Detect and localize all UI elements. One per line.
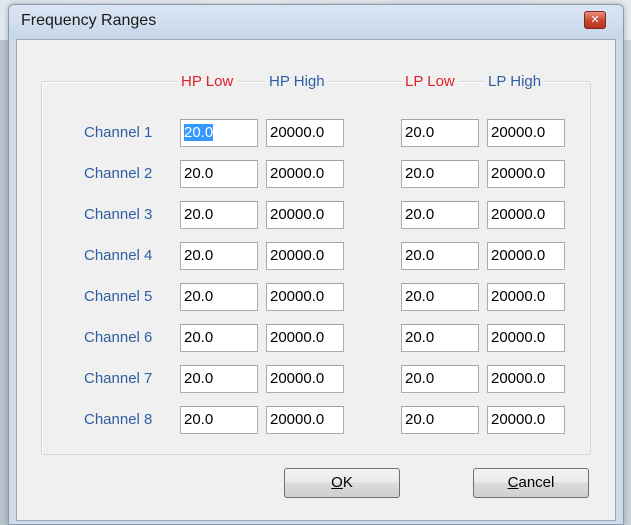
hp-low-field[interactable]: 20.0: [180, 406, 258, 434]
lp-high-field[interactable]: 20000.0: [487, 283, 565, 311]
dialog-client-area: HP Low HP High LP Low LP High Channel 1 …: [16, 39, 616, 521]
close-icon: ✕: [590, 13, 600, 26]
hp-high-field[interactable]: 20000.0: [266, 283, 344, 311]
hp-high-field[interactable]: 20000.0: [266, 201, 344, 229]
lp-low-field[interactable]: 20.0: [401, 119, 479, 147]
channel-label: Channel 8: [84, 411, 153, 428]
lp-high-field[interactable]: 20000.0: [487, 365, 565, 393]
lp-low-field[interactable]: 20.0: [401, 365, 479, 393]
lp-low-field[interactable]: 20.0: [401, 283, 479, 311]
lp-high-field[interactable]: 20000.0: [487, 201, 565, 229]
hp-low-field[interactable]: 20.0: [180, 365, 258, 393]
hp-low-field[interactable]: 20.0: [180, 119, 258, 147]
channel-label: Channel 7: [84, 370, 153, 387]
ok-label: K: [342, 474, 353, 491]
hp-high-field[interactable]: 20000.0: [266, 406, 344, 434]
col-header-lp-low: LP Low: [401, 72, 459, 92]
col-header-lp-high: LP High: [484, 72, 546, 92]
lp-low-field[interactable]: 20.0: [401, 242, 479, 270]
lp-low-field[interactable]: 20.0: [401, 324, 479, 352]
hp-low-field[interactable]: 20.0: [180, 201, 258, 229]
lp-low-field[interactable]: 20.0: [401, 406, 479, 434]
hp-low-field[interactable]: 20.0: [180, 160, 258, 188]
channel-label: Channel 6: [84, 329, 153, 346]
channel-label: Channel 5: [84, 288, 153, 305]
lp-high-field[interactable]: 20000.0: [487, 160, 565, 188]
col-header-hp-high: HP High: [265, 72, 329, 92]
hp-low-value: 20.0: [184, 124, 214, 141]
lp-high-field[interactable]: 20000.0: [487, 406, 565, 434]
lp-low-field[interactable]: 20.0: [401, 201, 479, 229]
cancel-mnemonic: C: [507, 474, 519, 491]
hp-high-field[interactable]: 20000.0: [266, 324, 344, 352]
channel-label: Channel 2: [84, 165, 153, 182]
hp-high-field[interactable]: 20000.0: [266, 119, 344, 147]
hp-high-field[interactable]: 20000.0: [266, 242, 344, 270]
channel-label: Channel 3: [84, 206, 153, 223]
frequency-ranges-dialog: Frequency Ranges ✕ HP Low HP High LP Low…: [8, 4, 624, 525]
ok-button[interactable]: OK: [284, 468, 400, 498]
channel-label: Channel 1: [84, 124, 153, 141]
lp-high-field[interactable]: 20000.0: [487, 324, 565, 352]
dialog-title: Frequency Ranges: [21, 12, 157, 29]
cancel-button[interactable]: Cancel: [473, 468, 589, 498]
ok-mnemonic: O: [331, 474, 343, 491]
col-header-hp-low: HP Low: [177, 72, 238, 92]
lp-low-field[interactable]: 20.0: [401, 160, 479, 188]
lp-high-field[interactable]: 20000.0: [487, 119, 565, 147]
channel-label: Channel 4: [84, 247, 153, 264]
close-button[interactable]: ✕: [584, 11, 606, 29]
lp-high-field[interactable]: 20000.0: [487, 242, 565, 270]
hp-low-field[interactable]: 20.0: [180, 324, 258, 352]
title-bar: Frequency Ranges ✕: [9, 5, 623, 39]
cancel-label: ancel: [518, 474, 555, 491]
hp-high-field[interactable]: 20000.0: [266, 365, 344, 393]
hp-low-field[interactable]: 20.0: [180, 283, 258, 311]
hp-low-field[interactable]: 20.0: [180, 242, 258, 270]
hp-high-field[interactable]: 20000.0: [266, 160, 344, 188]
